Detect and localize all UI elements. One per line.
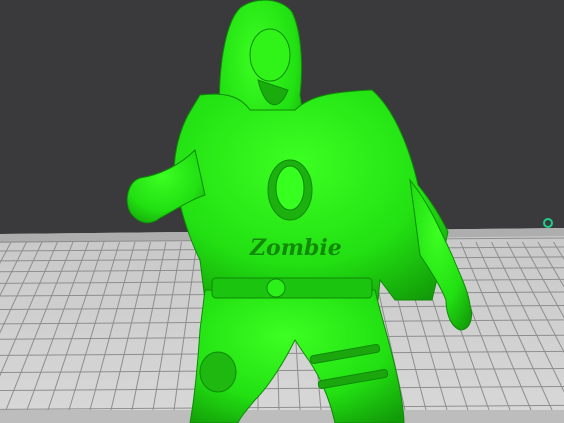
3d-viewport[interactable]: Zombie <box>0 0 564 423</box>
shirt-print-text: Zombie <box>249 235 342 261</box>
scene: Zombie <box>0 0 564 423</box>
plate-origin-icon <box>543 218 553 228</box>
